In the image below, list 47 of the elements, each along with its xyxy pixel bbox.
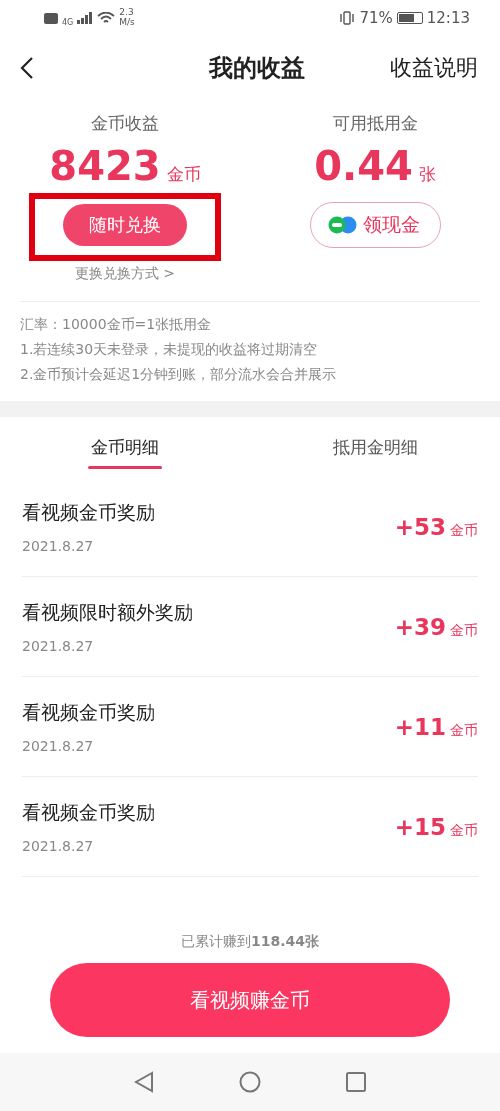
stat-unit: 金币 <box>166 163 201 186</box>
battery-percent: 71% <box>359 9 393 27</box>
signal-icon <box>77 12 94 24</box>
stat-unit: 张 <box>418 163 436 186</box>
rule-text: 2.金币预计会延迟1分钟到账，部分流水会合并展示 <box>20 365 338 384</box>
record-date: 2021.8.27 <box>22 837 95 854</box>
page-title: 我的收益 <box>209 53 305 84</box>
stat-label: 可用抵用金 <box>332 112 418 135</box>
record-amount: +53 <box>394 513 446 540</box>
wifi-icon <box>97 11 116 25</box>
record-title: 看视频金币奖励 <box>22 499 155 525</box>
record-unit: 金币 <box>450 721 478 740</box>
cash-button[interactable]: 领现金 <box>309 202 441 248</box>
back-icon[interactable] <box>20 56 34 80</box>
clock: 12:13 <box>426 9 470 27</box>
hd-icon <box>44 12 58 24</box>
battery-icon <box>396 12 423 24</box>
vibrate-icon <box>339 11 356 25</box>
change-method-link[interactable]: 更换兑换方式 > <box>74 265 176 283</box>
total-earned-text: 已累计赚到118.44张 <box>181 933 319 951</box>
record-title: 看视频金币奖励 <box>22 699 155 725</box>
tab[interactable]: 抵用金明细 <box>250 423 500 471</box>
stat-value: 0.44 <box>314 143 413 189</box>
record-title: 看视频限时额外奖励 <box>22 599 193 625</box>
network-label: 4G <box>62 18 74 28</box>
stat-label: 金币收益 <box>91 112 159 135</box>
record-date: 2021.8.27 <box>22 737 95 754</box>
record-amount: +11 <box>394 713 446 740</box>
exchange-button[interactable]: 随时兑换 <box>63 204 187 246</box>
recents-icon[interactable] <box>346 1072 366 1092</box>
record-unit: 金币 <box>450 821 478 840</box>
record-unit: 金币 <box>450 521 478 540</box>
watch-video-button[interactable]: 看视频赚金币 <box>50 963 450 1037</box>
home-icon[interactable] <box>239 1071 261 1093</box>
record-unit: 金币 <box>450 621 478 640</box>
coin-icon <box>326 215 359 235</box>
rule-text: 1.若连续30天未登录，未提现的收益将过期清空 <box>20 340 319 359</box>
record-title: 看视频金币奖励 <box>22 799 155 825</box>
tab[interactable]: 金币明细 <box>0 423 250 471</box>
record-amount: +15 <box>394 813 446 840</box>
speed-label: 2.3 M/s <box>119 8 135 28</box>
stat-value: 8423 <box>49 143 161 189</box>
record-date: 2021.8.27 <box>22 537 95 554</box>
record-date: 2021.8.27 <box>22 637 95 654</box>
rule-text: 汇率：10000金币=1张抵用金 <box>20 315 213 334</box>
earnings-info-link[interactable]: 收益说明 <box>390 53 478 83</box>
record-amount: +39 <box>394 613 446 640</box>
